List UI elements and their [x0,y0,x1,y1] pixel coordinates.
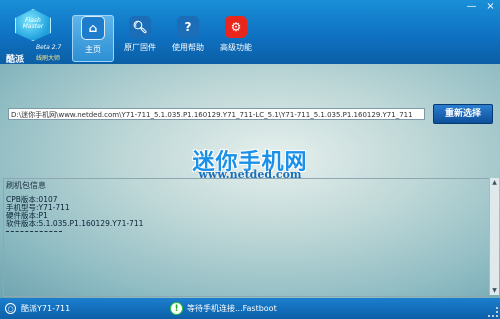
info-line-software: 软件版本:5.1.035.P1.160129.Y71-711 [6,219,144,228]
status-indicator-icon: ! [170,302,183,315]
info-scrollbar[interactable]: ▲ ▼ [489,178,499,295]
tab-advanced[interactable]: ⚙ 高级功能 [214,16,258,62]
app-version: Beta 2.7 [36,44,62,51]
gear-icon: ⚙ [225,16,247,38]
app-logo: Flash Master Beta 2.7 酷派 线刷大师 [6,6,62,65]
search-icon: 🔍︎ [129,16,151,38]
app-subtitle: 线刷大师 [36,55,61,62]
device-model: 酷派Y71-711 [21,304,71,313]
close-button[interactable]: × [481,0,500,15]
tab-home[interactable]: ⌂ 主页 [72,15,114,62]
scroll-up-icon[interactable]: ▲ [490,178,499,187]
resize-grip[interactable] [488,307,498,317]
package-info-panel: 刷机包信息 CPB版本:0107 手机型号:Y71-711 硬件版本:P1 软件… [3,178,490,297]
help-icon: ? [177,16,199,38]
tab-firmware[interactable]: 🔍︎ 原厂固件 [118,16,162,62]
tab-firmware-label: 原厂固件 [124,43,156,52]
tab-help[interactable]: ? 使用帮助 [166,16,210,62]
device-icon: ○ [5,303,16,314]
package-info-title: 刷机包信息 [6,181,46,190]
firmware-path-field[interactable]: D:\迷你手机网\www.netded.com\Y71-711_5.1.035.… [8,108,425,120]
tab-home-label: 主页 [85,45,101,54]
tab-advanced-label: 高级功能 [220,43,252,52]
tab-help-label: 使用帮助 [172,43,204,52]
info-divider [6,231,62,232]
logo-badge-text: Flash Master [22,17,44,30]
status-bar: ○ 酷派Y71-711 ! 等待手机连接...Fastboot [0,298,500,319]
minimize-button[interactable]: — [462,0,481,15]
scroll-down-icon[interactable]: ▼ [490,286,499,295]
home-icon: ⌂ [81,16,105,40]
package-info-lines: CPB版本:0107 手机型号:Y71-711 硬件版本:P1 软件版本:5.1… [6,196,143,228]
logo-badge: Flash Master [15,9,51,41]
connection-status: 等待手机连接...Fastboot [187,304,277,313]
reselect-button[interactable]: 重新选择 [433,104,493,124]
app-header: Flash Master Beta 2.7 酷派 线刷大师 ⌂ 主页 🔍︎ 原厂… [0,0,500,65]
